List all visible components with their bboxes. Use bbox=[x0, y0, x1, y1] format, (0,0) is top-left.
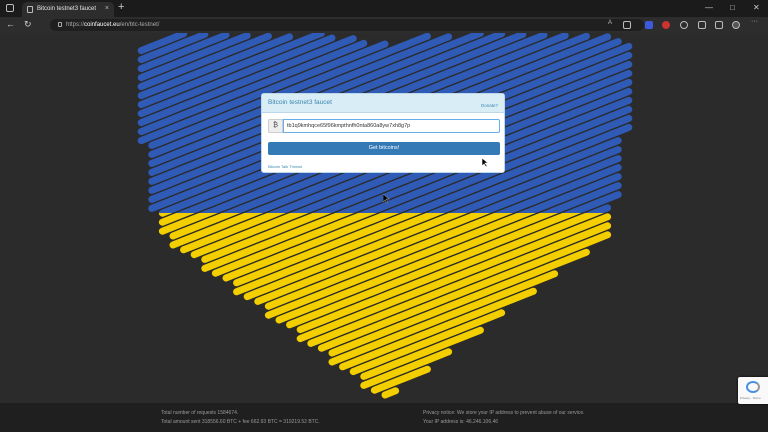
close-window-button[interactable]: ✕ bbox=[753, 3, 760, 12]
workspaces-icon[interactable] bbox=[6, 4, 14, 12]
extension-red-icon[interactable] bbox=[662, 21, 670, 29]
recaptcha-logo-icon bbox=[746, 381, 760, 393]
new-tab-button[interactable]: + bbox=[118, 1, 124, 13]
address-bar[interactable]: https://coinfaucet.eu/en/btc-testnet/ bbox=[50, 19, 644, 31]
extension-shield-icon[interactable] bbox=[645, 21, 653, 29]
privacy-notice-text: Privacy notice: We store your IP address… bbox=[423, 410, 585, 416]
refresh-circle-icon[interactable] bbox=[680, 21, 688, 29]
page-icon bbox=[27, 6, 33, 13]
ukraine-heart-background bbox=[137, 33, 633, 399]
panel-title: Bitcoin testnet3 faucet bbox=[268, 99, 332, 106]
requests-count-text: Total number of requests 1584674. bbox=[161, 410, 239, 416]
bitcoin-address-input[interactable]: tb1q9kmhqce65f96kmpthnfh0nta860a8yw7xh8g… bbox=[283, 119, 500, 133]
recaptcha-badge[interactable]: Privacy - Terms bbox=[738, 377, 768, 404]
profile-avatar[interactable] bbox=[732, 21, 740, 29]
minimize-button[interactable]: — bbox=[705, 3, 713, 12]
read-aloud-icon[interactable]: A bbox=[608, 20, 616, 28]
lock-icon bbox=[58, 22, 62, 27]
menu-icon[interactable]: ··· bbox=[751, 18, 759, 26]
bitcoin-talk-thread-link[interactable]: Bitcoin Talk Thread bbox=[268, 164, 302, 169]
site-footer: Total number of requests 1584674. Total … bbox=[0, 403, 768, 432]
tab-active[interactable]: Bitcoin testnet3 faucet × bbox=[22, 2, 114, 17]
recaptcha-privacy-terms[interactable]: Privacy - Terms bbox=[740, 396, 761, 400]
address-input-group: ₿ tb1q9kmhqce65f96kmpthnfh0nta860a8yw7xh… bbox=[268, 119, 500, 133]
mouse-cursor-icon bbox=[482, 158, 489, 168]
get-bitcoins-button[interactable]: Get bitcoins! bbox=[268, 142, 500, 155]
collections-icon[interactable] bbox=[698, 21, 706, 29]
browser-toolbar: ← ↻ https://coinfaucet.eu/en/btc-testnet… bbox=[0, 17, 768, 33]
heart-stroke bbox=[381, 387, 400, 399]
bitcoin-icon: ₿ bbox=[268, 119, 283, 133]
favorite-icon[interactable] bbox=[623, 21, 631, 29]
extensions-icon[interactable] bbox=[715, 21, 723, 29]
reload-button[interactable]: ↻ bbox=[24, 19, 32, 30]
mouse-cursor-icon bbox=[383, 194, 390, 204]
url-path: /en/btc-testnet/ bbox=[119, 22, 160, 28]
tab-title: Bitcoin testnet3 faucet bbox=[37, 6, 97, 12]
tab-close-icon[interactable]: × bbox=[105, 5, 109, 12]
url-prefix: https:// bbox=[66, 22, 85, 28]
panel-header: Bitcoin testnet3 faucet Donate? bbox=[262, 94, 504, 113]
donate-link[interactable]: Donate? bbox=[481, 103, 498, 108]
page-content: Bitcoin testnet3 faucet Donate? ₿ tb1q9k… bbox=[0, 33, 768, 403]
url-host: coinfaucet.eu bbox=[84, 22, 120, 28]
faucet-panel: Bitcoin testnet3 faucet Donate? ₿ tb1q9k… bbox=[261, 93, 505, 173]
tab-bar: Bitcoin testnet3 faucet × + — □ ✕ bbox=[0, 0, 768, 17]
back-button[interactable]: ← bbox=[6, 19, 15, 29]
maximize-button[interactable]: □ bbox=[730, 3, 735, 12]
ip-address-text: Your IP address is: 46.246.106.46 bbox=[423, 419, 499, 425]
amount-sent-text: Total amount sent 318556.60 BTC + fee 66… bbox=[161, 419, 320, 425]
